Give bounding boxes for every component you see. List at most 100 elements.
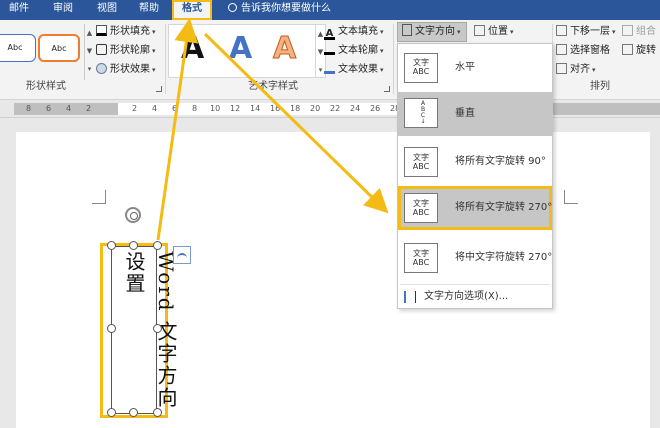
ruler-number: 26	[370, 104, 381, 113]
resize-handle[interactable]	[107, 324, 116, 333]
text-direction-menu: 文字 ABC 水平 A B C ↓ 垂直 文字 ABC 将所有文字旋转 90° 文字 ABC…	[397, 43, 553, 309]
menu-item-vertical[interactable]: A B C ↓ 垂直	[398, 92, 552, 136]
text-direction-button[interactable]: 文字方向 ▾	[397, 22, 467, 42]
text-direction-options-label: 文字方向选项(X)...	[424, 291, 509, 302]
ruler-number: 6	[172, 104, 178, 113]
group-objects-label: 组合	[636, 26, 656, 37]
text-fill-icon: A	[324, 28, 335, 40]
shape-styles-launcher-icon[interactable]	[156, 86, 162, 92]
ruler-number: 10	[210, 104, 221, 113]
tab-mailings[interactable]: 邮件	[4, 0, 34, 20]
tab-help[interactable]: 帮助	[134, 0, 164, 20]
ruler-number: 6	[46, 104, 52, 113]
ruler-number: 4	[66, 104, 72, 113]
wordart-styles-gallery[interactable]: A A A	[168, 24, 316, 78]
lightbulb-icon	[228, 3, 237, 12]
group-objects-button[interactable]: 组合	[622, 24, 656, 40]
shape-outline-label: 形状轮廓	[110, 45, 150, 56]
text-direction-label: 文字方向	[415, 26, 455, 37]
margin-corner-mark	[564, 190, 578, 204]
resize-handle[interactable]	[153, 408, 162, 417]
horizontal-text-icon: 文字 ABC	[404, 53, 438, 83]
ribbon: Abc Abc ▲ ▼ ▾ 形状填充 ▾ 形状轮廓 ▾ 形状效果 ▾ 形状样式 A A A…	[0, 20, 660, 100]
resize-handle[interactable]	[153, 241, 162, 250]
menu-item-rotate-270[interactable]: 文字 ABC 将所有文字旋转 270°	[398, 186, 552, 230]
selection-pane-button[interactable]: 选择窗格	[556, 43, 610, 59]
rotate-handle-icon[interactable]	[125, 207, 141, 223]
margin-corner-mark	[92, 190, 106, 204]
send-backward-label: 下移一层	[570, 26, 610, 37]
align-label: 对齐	[570, 64, 590, 75]
menu-item-horizontal[interactable]: 文字 ABC 水平	[398, 46, 552, 90]
rotate-icon	[622, 44, 633, 55]
align-icon	[556, 63, 567, 74]
paint-bucket-icon	[96, 25, 107, 36]
menu-item-label: 将所有文字旋转 270°	[455, 202, 553, 213]
text-box-highlight[interactable]: Word 文字方向设置	[100, 241, 178, 418]
group-separator	[165, 24, 166, 94]
menu-item-label: 水平	[455, 62, 475, 73]
wordart-style-orange[interactable]: A	[272, 31, 296, 67]
menu-item-rotate-cjk-270[interactable]: 文字 ABC 将中文字符旋转 270°	[398, 236, 552, 280]
shape-fill-button[interactable]: 形状填充 ▾	[96, 24, 156, 40]
text-outline-icon	[324, 44, 335, 55]
tab-view[interactable]: 视图	[92, 0, 122, 20]
wordart-style-black[interactable]: A	[181, 31, 204, 66]
text-fill-button[interactable]: A 文本填充 ▾	[324, 24, 384, 40]
rotate-label: 旋转	[636, 45, 656, 56]
selection-pane-icon	[556, 44, 567, 55]
ruler-number: 8	[26, 104, 32, 113]
text-outline-button[interactable]: 文本轮廓 ▾	[324, 43, 384, 59]
tell-me-search[interactable]: 告诉我你想要做什么	[228, 0, 331, 20]
text-effect-button[interactable]: 文本效果 ▾	[324, 62, 384, 78]
resize-handle[interactable]	[153, 324, 162, 333]
resize-handle[interactable]	[107, 241, 116, 250]
rotate-90-text-icon: 文字 ABC	[404, 147, 438, 177]
wordart-style-blue[interactable]: A	[229, 31, 252, 66]
shape-styles-gallery-scroll[interactable]: ▲ ▼ ▾	[84, 24, 94, 80]
text-box[interactable]: Word 文字方向设置	[111, 246, 178, 414]
position-label: 位置	[488, 26, 508, 37]
ruler-number: 14	[250, 104, 261, 113]
group-label-shape-styles: 形状样式	[26, 81, 66, 92]
text-direction-icon	[402, 24, 412, 36]
menu-item-label: 将中文字符旋转 270°	[455, 252, 553, 263]
ruler-number: 4	[152, 104, 158, 113]
layout-options-icon[interactable]	[173, 246, 191, 264]
send-backward-button[interactable]: 下移一层 ▾	[556, 24, 616, 40]
ruler-number: 2	[86, 104, 92, 113]
shape-outline-button[interactable]: 形状轮廓 ▾	[96, 43, 156, 59]
rotate-270-text-icon: 文字 ABC	[404, 193, 438, 223]
menu-item-label: 将所有文字旋转 90°	[455, 156, 546, 167]
wordart-styles-launcher-icon[interactable]	[384, 86, 390, 92]
pen-outline-icon	[96, 44, 107, 55]
tab-review[interactable]: 审阅	[48, 0, 78, 20]
resize-handle[interactable]	[129, 241, 138, 250]
menu-separator	[400, 284, 550, 285]
horizontal-ruler[interactable]: 8 6 4 2 2 4 6 8 10 12 14 16 18 20 22 24 …	[0, 100, 660, 118]
text-direction-options[interactable]: 文字方向选项(X)...	[398, 286, 552, 308]
text-effect-icon	[324, 63, 335, 74]
shape-style-swatch-1[interactable]: Abc	[0, 34, 36, 62]
text-box-content[interactable]: Word 文字方向设置	[118, 251, 182, 413]
shape-style-swatch-2[interactable]: Abc	[38, 34, 80, 62]
rotate-button[interactable]: 旋转	[622, 43, 656, 59]
ruler-number: 24	[350, 104, 361, 113]
position-button[interactable]: 位置 ▾	[474, 24, 514, 40]
tell-me-text: 告诉我你想要做什么	[241, 3, 331, 14]
resize-handle[interactable]	[107, 408, 116, 417]
ruler-number: 22	[330, 104, 341, 113]
tab-format[interactable]: 格式	[172, 0, 212, 20]
ribbon-tab-bar: 邮件 审阅 视图 帮助 格式 告诉我你想要做什么	[0, 0, 660, 20]
ruler-number: 20	[310, 104, 321, 113]
shape-effect-button[interactable]: 形状效果 ▾	[96, 62, 156, 78]
group-label-arrange: 排列	[590, 81, 610, 92]
group-label-wordart-styles: 艺术字样式	[248, 81, 298, 92]
menu-item-rotate-90[interactable]: 文字 ABC 将所有文字旋转 90°	[398, 140, 552, 184]
rotate-cjk-text-icon: 文字 ABC	[404, 243, 438, 273]
group-separator	[393, 24, 394, 94]
resize-handle[interactable]	[129, 408, 138, 417]
ruler-number: 18	[290, 104, 301, 113]
align-button[interactable]: 对齐 ▾	[556, 62, 596, 78]
text-fill-label: 文本填充	[338, 26, 378, 37]
